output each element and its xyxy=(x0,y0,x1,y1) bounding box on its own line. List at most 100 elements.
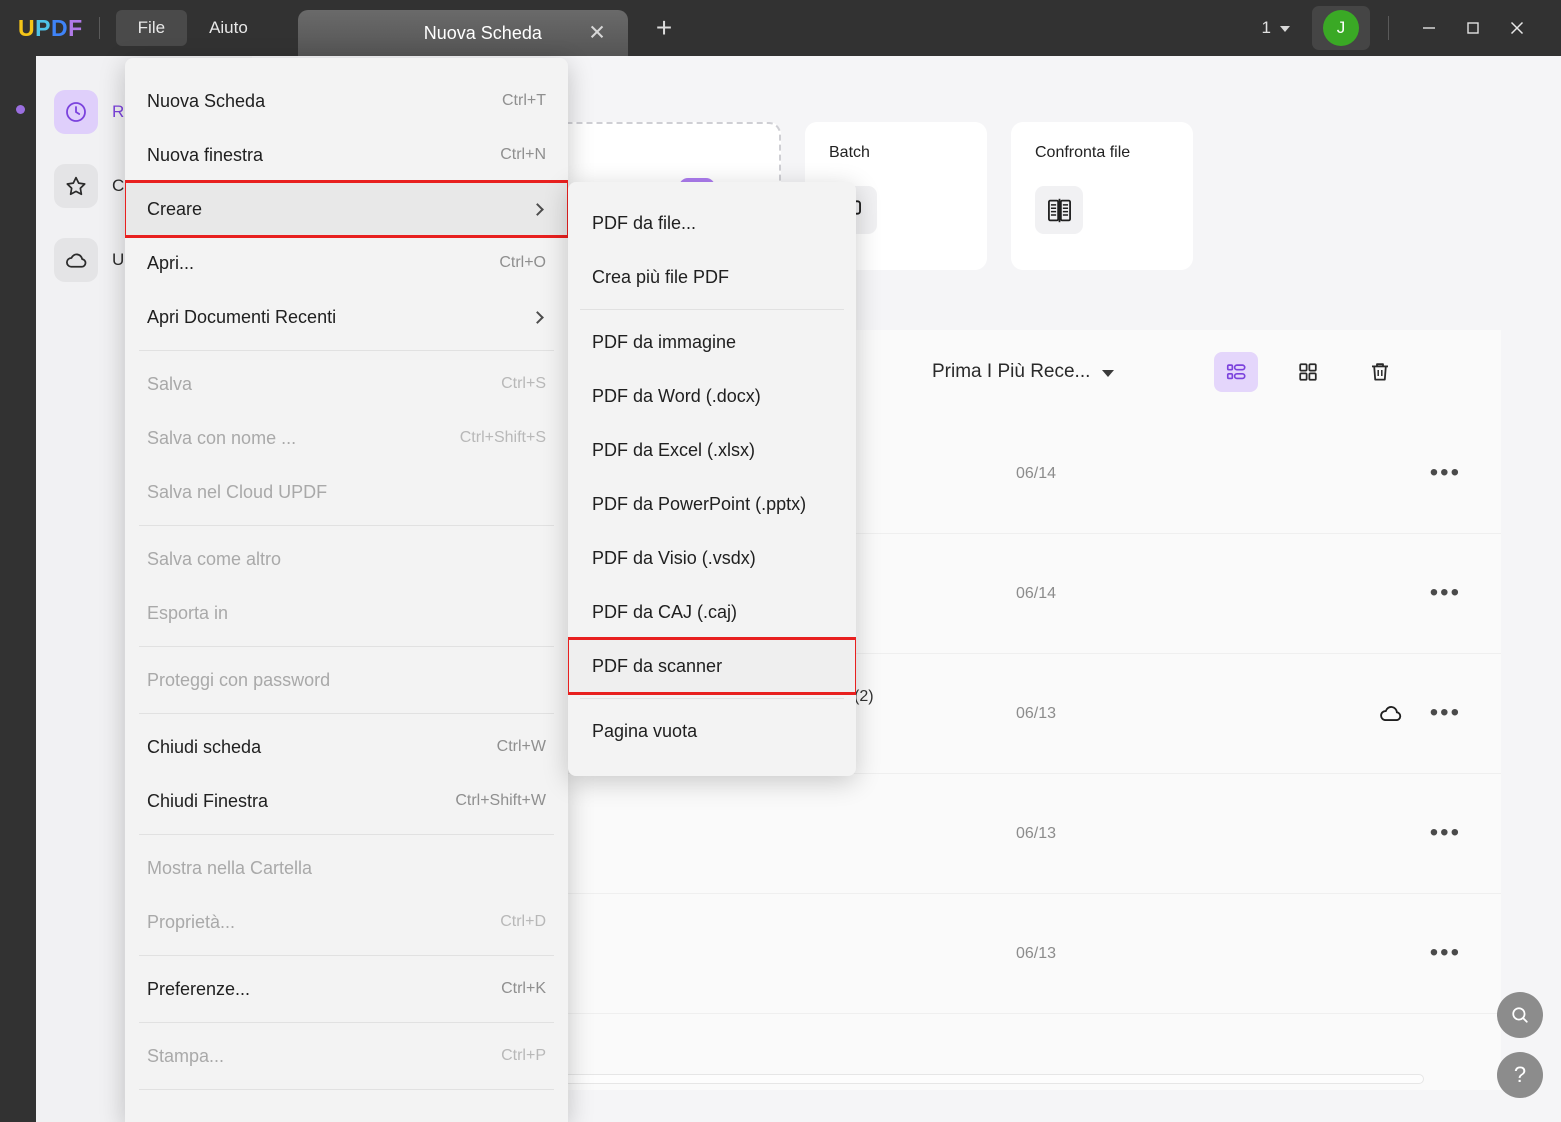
menu-item-label: Esporta in xyxy=(147,602,229,623)
create-submenu: PDF da file... Crea più file PDF PDF da … xyxy=(568,182,856,776)
row-actions: ••• xyxy=(1430,460,1461,485)
menu-item-label: Proprietà... xyxy=(147,911,236,932)
menu-item-label: Apri... xyxy=(147,252,195,273)
close-icon[interactable]: ✕ xyxy=(588,23,606,44)
submenu-item-pdf-da-visio[interactable]: PDF da Visio (.vsdx) xyxy=(568,531,856,585)
file-date: 06/14 xyxy=(1016,584,1057,602)
menu-item-label: Creare xyxy=(147,198,203,219)
submenu-divider xyxy=(580,309,844,310)
horizontal-scrollbar[interactable] xyxy=(560,1074,1424,1084)
menu-item-label: Apri Documenti Recenti xyxy=(147,306,337,327)
menu-item-proteggi-con-password: Proteggi con password xyxy=(125,653,568,707)
menu-item-nuova-finestra[interactable]: Nuova finestra Ctrl+N xyxy=(125,128,568,182)
submenu-item-pdf-da-immagine[interactable]: PDF da immagine xyxy=(568,315,856,369)
menu-item-label: Proteggi con password xyxy=(147,669,331,690)
menu-item-shortcut: Ctrl+Shift+S xyxy=(459,429,546,446)
row-menu-icon[interactable]: ••• xyxy=(1430,700,1461,725)
cloud-sync-icon[interactable] xyxy=(1378,701,1404,727)
menu-file[interactable]: File xyxy=(115,10,188,46)
logo-letter: U xyxy=(18,14,36,41)
menu-item-apri-documenti-recenti[interactable]: Apri Documenti Recenti xyxy=(125,290,568,344)
grid-view-icon[interactable] xyxy=(1286,352,1330,392)
submenu-item-pdf-da-file[interactable]: PDF da file... xyxy=(568,196,856,250)
menu-item-proprieta: Proprietà... Ctrl+D xyxy=(125,895,568,949)
tab-label: Nuova Scheda xyxy=(423,22,542,43)
menu-divider xyxy=(139,713,554,714)
menu-item-chiudi-scheda[interactable]: Chiudi scheda Ctrl+W xyxy=(125,720,568,774)
zoom-value: 1 xyxy=(1261,18,1271,37)
menu-item-apri[interactable]: Apri... Ctrl+O xyxy=(125,236,568,290)
menu-divider xyxy=(139,834,554,835)
menu-divider xyxy=(139,350,554,351)
menu-divider xyxy=(139,955,554,956)
compare-files-card[interactable]: Confronta file xyxy=(1011,122,1193,270)
updf-logo: U P D F xyxy=(18,15,83,42)
maximize-icon[interactable] xyxy=(1451,6,1495,50)
row-menu-icon[interactable]: ••• xyxy=(1430,820,1461,845)
menu-item-creare[interactable]: Creare xyxy=(125,180,568,238)
minimize-icon[interactable] xyxy=(1407,6,1451,50)
row-actions: ••• xyxy=(1378,700,1461,727)
submenu-divider xyxy=(580,698,844,699)
divider xyxy=(98,17,100,39)
zoom-dropdown[interactable]: 1 xyxy=(1262,18,1290,38)
submenu-item-pdf-da-caj[interactable]: PDF da CAJ (.caj) xyxy=(568,585,856,639)
search-icon[interactable] xyxy=(1497,992,1543,1038)
menu-item-label: Salva nel Cloud UPDF xyxy=(147,481,328,502)
avatar: J xyxy=(1323,10,1359,46)
submenu-item-pdf-da-excel[interactable]: PDF da Excel (.xlsx) xyxy=(568,423,856,477)
submenu-item-pdf-da-word[interactable]: PDF da Word (.docx) xyxy=(568,369,856,423)
file-date: 06/13 xyxy=(1016,944,1057,962)
menu-aiuto[interactable]: Aiuto xyxy=(187,10,270,46)
menu-item-shortcut: Ctrl+S xyxy=(501,375,546,392)
row-menu-icon[interactable]: ••• xyxy=(1430,460,1461,485)
account-button[interactable]: J xyxy=(1312,6,1370,50)
trash-icon[interactable] xyxy=(1358,352,1402,392)
compare-icon xyxy=(1035,186,1083,234)
menu-item-chiudi-finestra[interactable]: Chiudi Finestra Ctrl+Shift+W xyxy=(125,774,568,828)
row-menu-icon[interactable]: ••• xyxy=(1430,940,1461,965)
left-indicator-dot xyxy=(16,105,25,114)
chevron-right-icon xyxy=(531,202,544,216)
submenu-item-pdf-da-powerpoint[interactable]: PDF da PowerPoint (.pptx) xyxy=(568,477,856,531)
menu-item-esporta-in: Esporta in xyxy=(125,586,568,640)
menu-item-label: Nuova Scheda xyxy=(147,90,266,111)
menu-divider xyxy=(139,646,554,647)
new-tab-button[interactable]: + xyxy=(656,14,672,42)
cloud-icon xyxy=(54,238,98,282)
chevron-down-icon xyxy=(1102,370,1115,377)
view-buttons xyxy=(1214,352,1402,392)
logo-letter: D xyxy=(50,14,69,41)
logo-letter: P xyxy=(35,14,51,41)
menu-item-shortcut: Ctrl+D xyxy=(500,913,546,930)
sort-dropdown[interactable]: Prima I Più Rece... xyxy=(932,361,1115,383)
file-count-badge: (2) xyxy=(854,688,874,705)
menu-item-shortcut: Ctrl+O xyxy=(499,254,546,271)
row-actions: ••• xyxy=(1430,940,1461,965)
submenu-item-crea-piu-file-pdf[interactable]: Crea più file PDF xyxy=(568,250,856,304)
menu-item-shortcut: Ctrl+W xyxy=(496,738,546,755)
submenu-item-pdf-da-scanner[interactable]: PDF da scanner xyxy=(568,637,856,695)
menu-item-label: Nuova finestra xyxy=(147,144,264,165)
card-title: Batch xyxy=(829,144,870,161)
menu-divider xyxy=(139,525,554,526)
menu-item-label: Salva con nome ... xyxy=(147,427,297,448)
close-icon[interactable] xyxy=(1495,6,1539,50)
submenu-item-pagina-vuota[interactable]: Pagina vuota xyxy=(568,704,856,758)
menu-item-shortcut: Ctrl+T xyxy=(502,92,546,109)
menu-divider xyxy=(139,1022,554,1023)
row-menu-icon[interactable]: ••• xyxy=(1430,580,1461,605)
menu-item-shortcut: Ctrl+K xyxy=(501,980,546,997)
menu-item-salva-con-nome: Salva con nome ... Ctrl+Shift+S xyxy=(125,411,568,465)
menu-item-nuova-scheda[interactable]: Nuova Scheda Ctrl+T xyxy=(125,74,568,128)
menu-item-salva: Salva Ctrl+S xyxy=(125,357,568,411)
chevron-right-icon xyxy=(531,310,544,324)
menu-item-label: Chiudi Finestra xyxy=(147,790,269,811)
menu-item-shortcut: Ctrl+P xyxy=(501,1047,546,1064)
menu-item-preferenze[interactable]: Preferenze... Ctrl+K xyxy=(125,962,568,1016)
updf-window: Recenti Contrassegnati UPDF Cloud › xyxy=(0,0,1561,1122)
clock-icon xyxy=(54,90,98,134)
tab-nuova-scheda[interactable]: Nuova Scheda ✕ xyxy=(297,10,628,56)
list-view-icon[interactable] xyxy=(1214,352,1259,392)
help-button[interactable]: ? xyxy=(1497,1052,1543,1098)
